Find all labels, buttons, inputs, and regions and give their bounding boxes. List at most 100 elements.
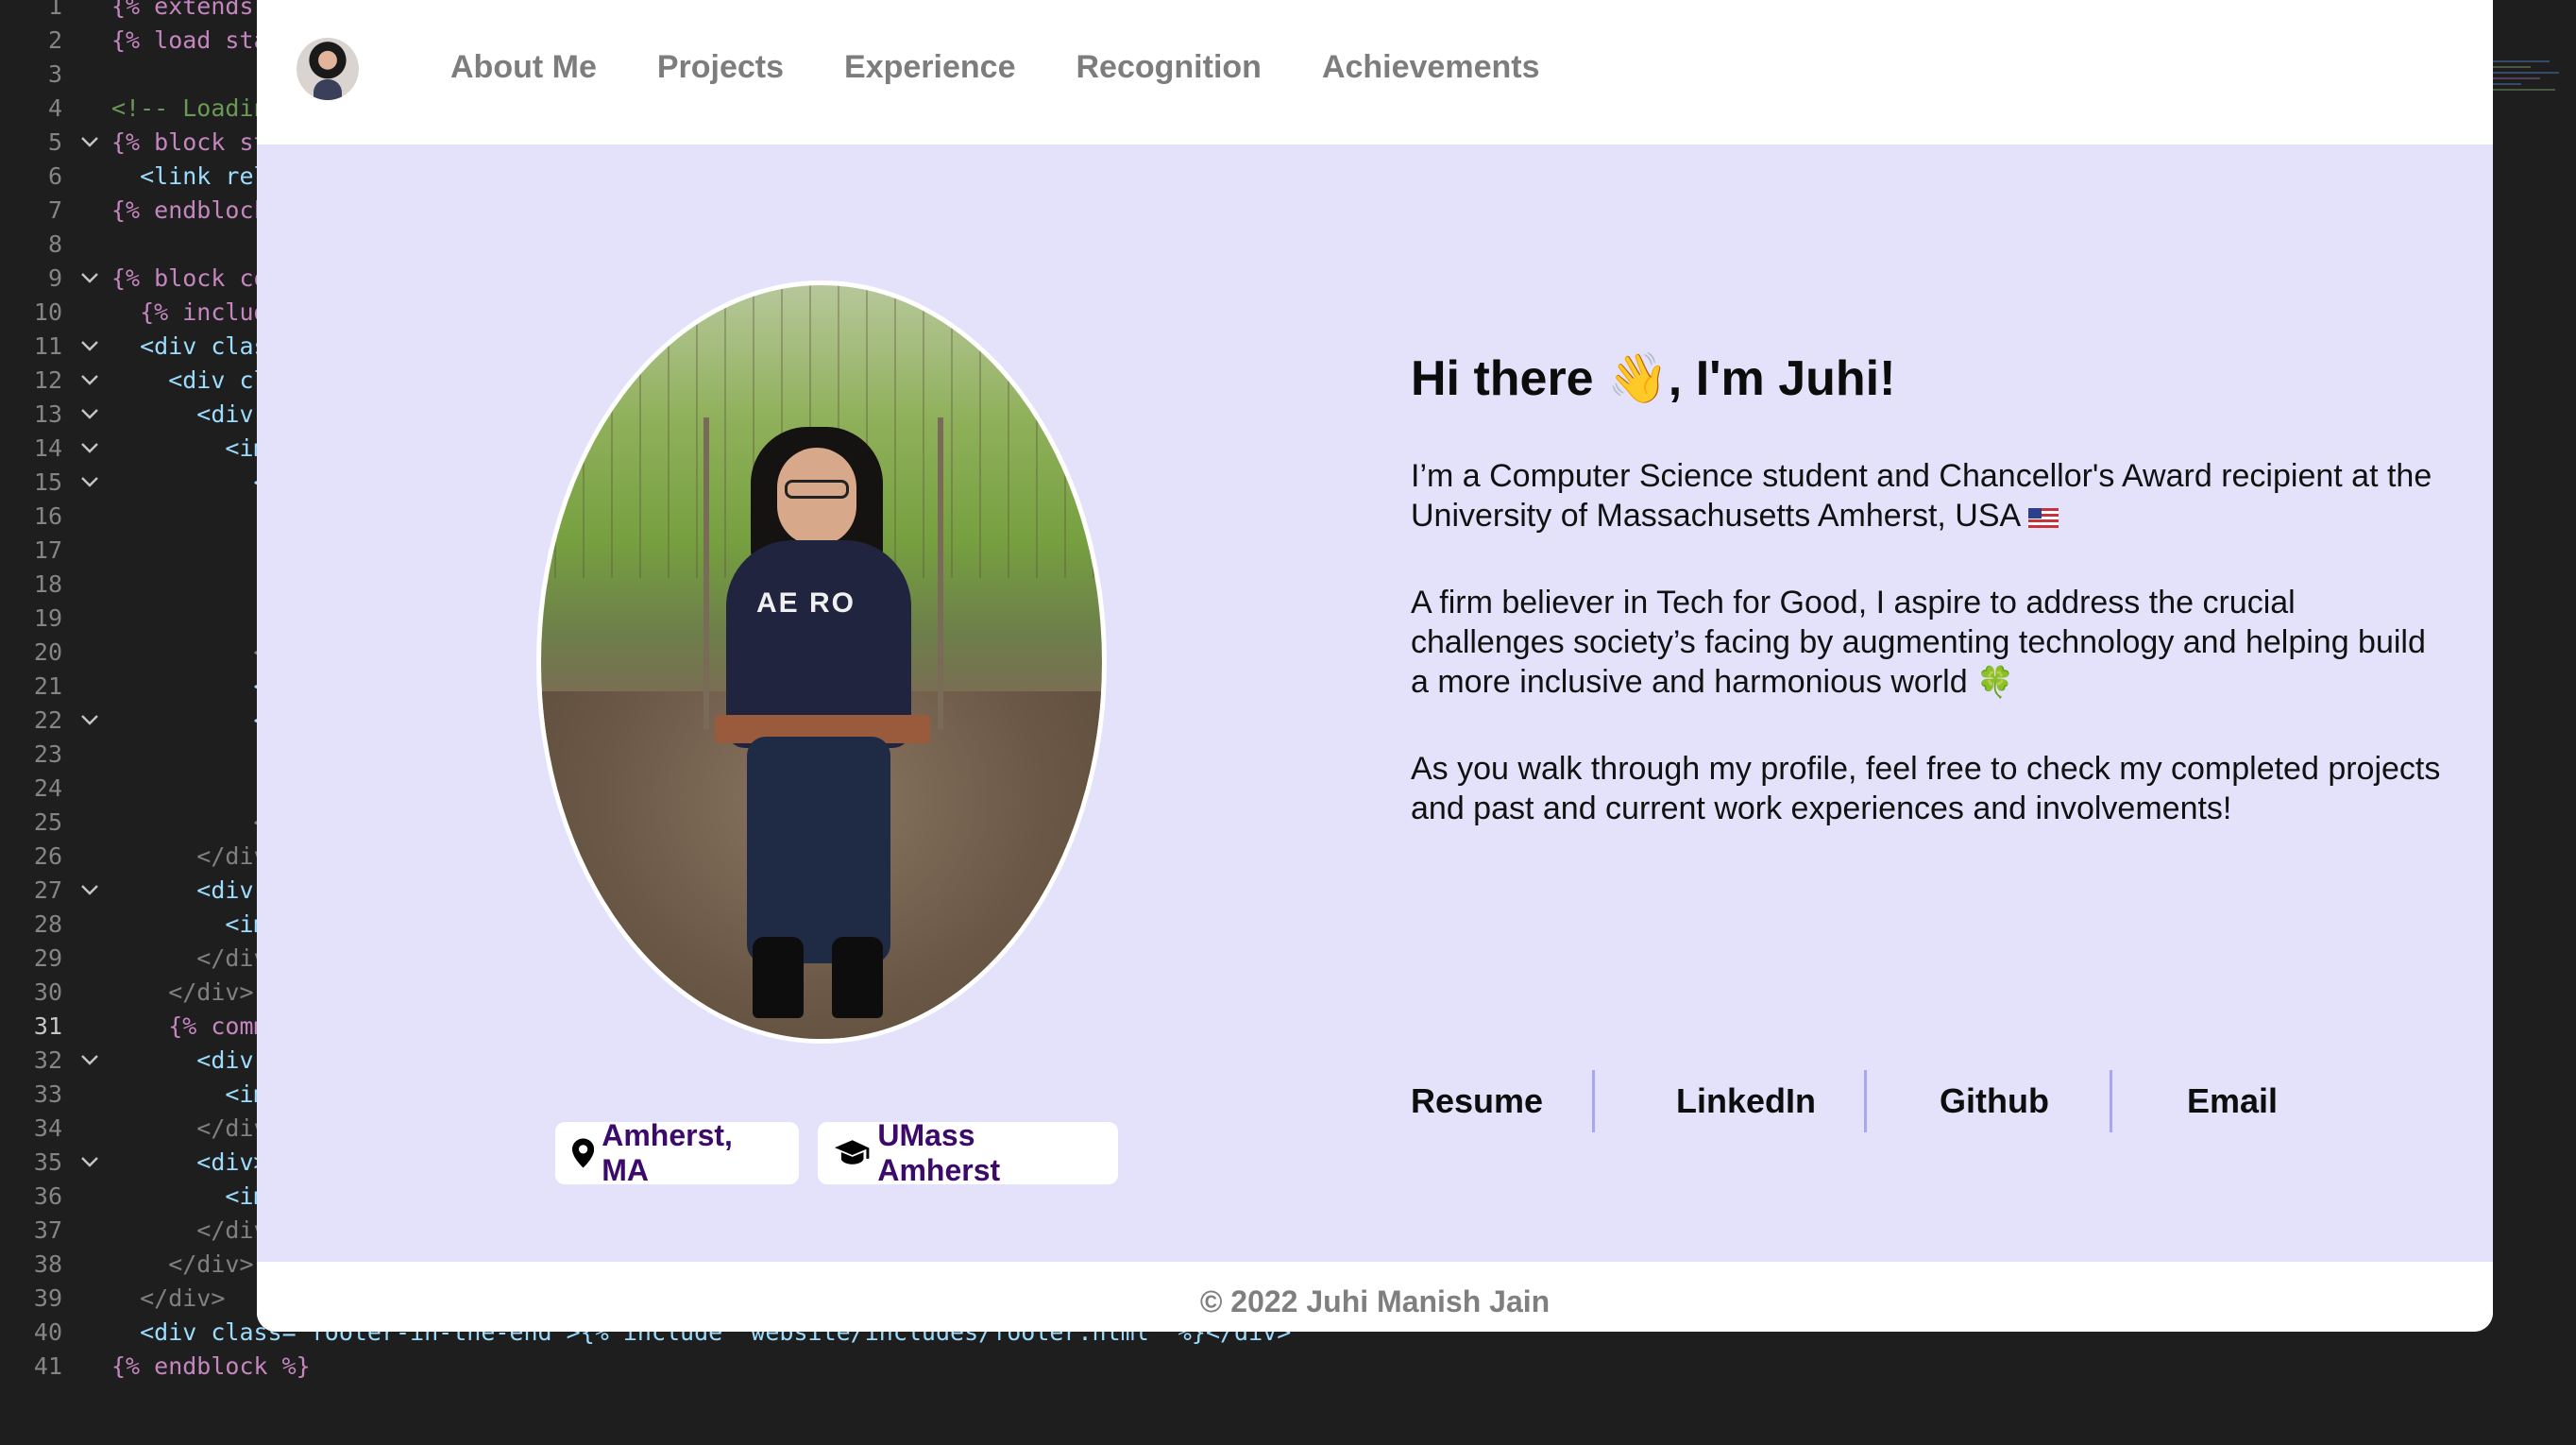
code-text[interactable]: <!-- Loadin: [111, 92, 268, 126]
fold-chevron-icon[interactable]: [77, 364, 102, 398]
code-text[interactable]: {% includ: [111, 296, 267, 330]
link-divider: [1864, 1070, 1867, 1132]
line-number: 16: [33, 502, 62, 530]
location-tag: Amherst, MA: [555, 1118, 799, 1187]
copyright-text: © 2022 Juhi Manish Jain: [1199, 1284, 1551, 1318]
line-number: 21: [33, 672, 62, 700]
line-number: 11: [33, 332, 62, 360]
code-text[interactable]: <div>: [111, 1146, 267, 1180]
line-number: 22: [33, 706, 62, 734]
line-number: 33: [33, 1080, 62, 1108]
email-link[interactable]: Email: [2187, 1070, 2278, 1132]
code-text[interactable]: {% endblock: [111, 194, 268, 228]
github-link[interactable]: Github: [1940, 1070, 2049, 1132]
fold-chevron-icon[interactable]: [77, 874, 102, 908]
code-text[interactable]: </div: [111, 1112, 267, 1146]
fold-chevron-icon[interactable]: [77, 126, 102, 160]
fold-chevron-icon[interactable]: [77, 1044, 102, 1078]
code-text[interactable]: <div clas: [111, 330, 267, 364]
code-text[interactable]: <link rel: [111, 160, 267, 194]
resume-link[interactable]: Resume: [1411, 1070, 1543, 1132]
code-text[interactable]: </div: [111, 840, 267, 874]
fold-chevron-icon[interactable]: [77, 262, 102, 296]
code-text[interactable]: <div cl: [111, 364, 267, 398]
glasses: [785, 480, 849, 499]
portfolio-page: About Me Projects Experience Recognition…: [257, 0, 2493, 1332]
line-number: 38: [33, 1250, 62, 1278]
line-number: 36: [33, 1182, 62, 1210]
hero-greeting: Hi there 👋, I'm Juhi!: [1411, 351, 1896, 406]
code-text[interactable]: <im: [111, 1078, 267, 1112]
code-text[interactable]: {% endblock %}: [111, 1350, 311, 1384]
fold-chevron-icon[interactable]: [77, 466, 102, 500]
fold-chevron-icon[interactable]: [77, 398, 102, 432]
line-number: 17: [33, 536, 62, 564]
fold-chevron-icon[interactable]: [77, 330, 102, 364]
line-number: 32: [33, 1046, 62, 1074]
code-text[interactable]: <div: [111, 874, 253, 908]
hoodie-print: AE RO: [756, 587, 856, 619]
code-text[interactable]: {% comm: [111, 1010, 267, 1044]
line-number: 24: [33, 774, 62, 802]
code-text[interactable]: {% extends: [111, 0, 254, 24]
line-number: 25: [33, 808, 62, 836]
link-divider: [2110, 1070, 2112, 1132]
nav-link-experience[interactable]: Experience: [844, 45, 1015, 89]
code-text[interactable]: </div: [111, 942, 267, 976]
link-divider: [1592, 1070, 1595, 1132]
graduation-cap-icon: [835, 1140, 870, 1164]
line-number: 23: [33, 740, 62, 768]
line-number: 35: [33, 1148, 62, 1176]
line-number: 41: [33, 1352, 62, 1380]
line-number: 2: [47, 26, 62, 54]
line-number: 6: [47, 162, 62, 190]
fold-chevron-icon[interactable]: [77, 432, 102, 466]
us-flag-icon: [2028, 507, 2059, 528]
nav-link-achievements[interactable]: Achievements: [1322, 45, 1540, 89]
avatar[interactable]: [297, 38, 359, 100]
minimap[interactable]: [2493, 57, 2576, 142]
boot-left: [753, 937, 804, 1018]
code-text[interactable]: <im: [111, 908, 267, 942]
intro-paragraph-3: As you walk through my profile, feel fre…: [1411, 751, 2441, 826]
nav-link-projects[interactable]: Projects: [657, 45, 784, 89]
code-text[interactable]: </div>: [111, 976, 253, 1010]
profile-photo: AE RO: [536, 280, 1107, 1044]
school-tag: UMass Amherst: [818, 1118, 1118, 1187]
nav-link-about-me[interactable]: About Me: [450, 45, 597, 89]
fold-chevron-icon[interactable]: [77, 1146, 102, 1180]
line-number: 28: [33, 910, 62, 938]
fold-chevron-icon[interactable]: [77, 704, 102, 738]
line-number: 30: [33, 978, 62, 1006]
code-text[interactable]: {% block st: [111, 126, 268, 160]
swing-rope-right: [938, 417, 943, 729]
line-number: 1: [47, 0, 62, 20]
line-number: 4: [47, 94, 62, 122]
code-text[interactable]: <div: [111, 398, 253, 432]
jeans: [747, 737, 890, 963]
code-text[interactable]: {% load sta: [111, 24, 268, 58]
line-number: 10: [33, 298, 62, 326]
line-number: 12: [33, 366, 62, 394]
map-marker-icon: [572, 1138, 595, 1168]
line-number: 26: [33, 842, 62, 870]
code-line: 41 {% endblock %}: [0, 1350, 2576, 1384]
code-text[interactable]: </div>: [111, 1248, 253, 1282]
navbar: About Me Projects Experience Recognition…: [257, 0, 2493, 144]
line-number: 37: [33, 1216, 62, 1244]
code-text[interactable]: </div: [111, 1214, 267, 1248]
line-number: 3: [47, 60, 62, 88]
code-text[interactable]: </div>: [111, 1282, 225, 1316]
four-leaf-clover-icon: 🍀: [1976, 665, 2014, 699]
code-text[interactable]: <im: [111, 432, 267, 466]
code-text[interactable]: <div: [111, 1044, 253, 1078]
nav-link-recognition[interactable]: Recognition: [1076, 45, 1262, 89]
linkedin-link[interactable]: LinkedIn: [1676, 1070, 1816, 1132]
school-label: UMass Amherst: [877, 1118, 1001, 1187]
line-number: 39: [33, 1284, 62, 1312]
code-text[interactable]: {% block co: [111, 262, 268, 296]
footer: © 2022 Juhi Manish Jain: [257, 1262, 2493, 1332]
code-text[interactable]: <im: [111, 1180, 267, 1214]
line-number: 13: [33, 400, 62, 428]
line-number: 8: [47, 230, 62, 258]
